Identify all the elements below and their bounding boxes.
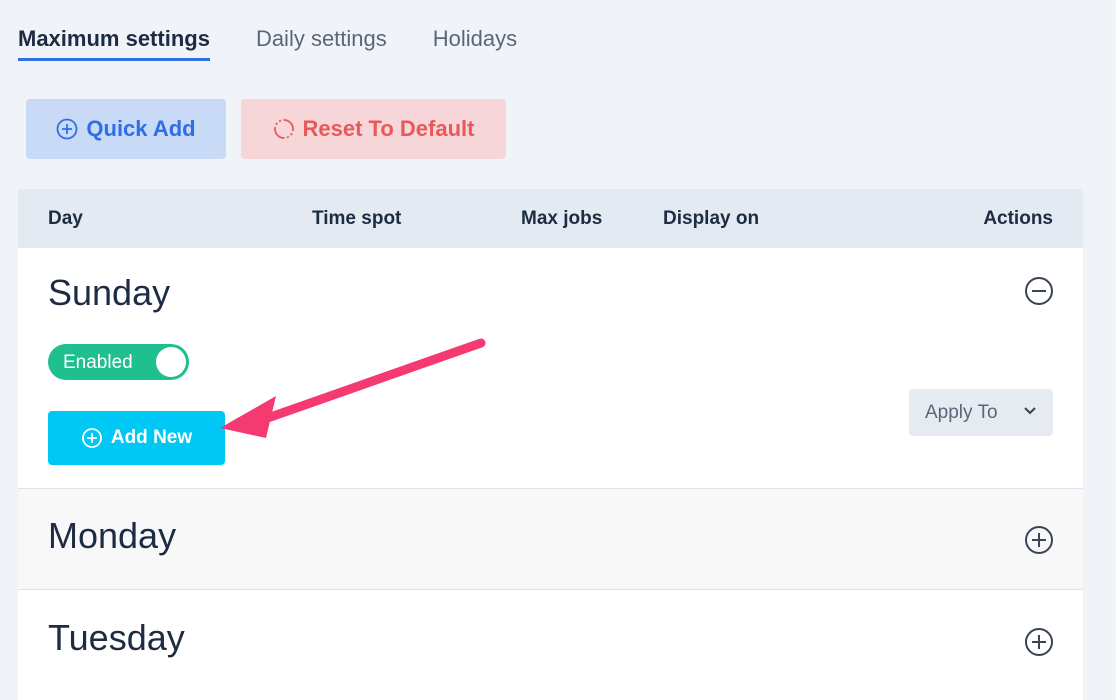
chevron-down-icon (1024, 407, 1036, 415)
header-display-on: Display on (663, 208, 760, 229)
refresh-icon (273, 119, 294, 139)
day-row-monday: Monday (18, 489, 1083, 590)
toggle-knob (156, 347, 186, 377)
tab-holidays[interactable]: Holidays (433, 26, 517, 61)
plus-circle-icon (81, 428, 102, 448)
table-header: Day Time spot Max jobs Display on Action… (18, 189, 1083, 248)
plus-circle-icon (56, 118, 78, 140)
plus-circle-icon[interactable] (1024, 627, 1054, 657)
minus-circle-icon[interactable] (1024, 276, 1054, 306)
header-actions: Actions (983, 208, 1053, 229)
day-row-tuesday: Tuesday (18, 590, 1083, 700)
settings-tabs: Maximum settings Daily settings Holidays (18, 26, 563, 61)
day-name-sunday: Sunday (48, 272, 171, 313)
tab-maximum-settings[interactable]: Maximum settings (18, 26, 210, 61)
apply-to-label: Apply To (925, 401, 998, 423)
add-new-label: Add New (110, 427, 193, 448)
header-max-jobs: Max jobs (521, 208, 603, 229)
quick-add-button[interactable]: Quick Add (26, 99, 226, 159)
day-name-tuesday: Tuesday (48, 617, 185, 658)
plus-circle-icon[interactable] (1024, 525, 1054, 555)
reset-to-default-button[interactable]: Reset To Default (241, 99, 506, 159)
header-time-spot: Time spot (312, 208, 402, 229)
apply-to-dropdown[interactable]: Apply To (909, 389, 1053, 436)
enabled-toggle[interactable]: Enabled (48, 344, 189, 380)
tab-daily-settings[interactable]: Daily settings (256, 26, 387, 61)
quick-add-label: Quick Add (86, 116, 196, 141)
toggle-label: Enabled (63, 352, 133, 373)
header-day: Day (48, 208, 83, 229)
reset-label: Reset To Default (302, 116, 475, 141)
add-new-button[interactable]: Add New (48, 411, 225, 465)
day-name-monday: Monday (48, 515, 177, 556)
